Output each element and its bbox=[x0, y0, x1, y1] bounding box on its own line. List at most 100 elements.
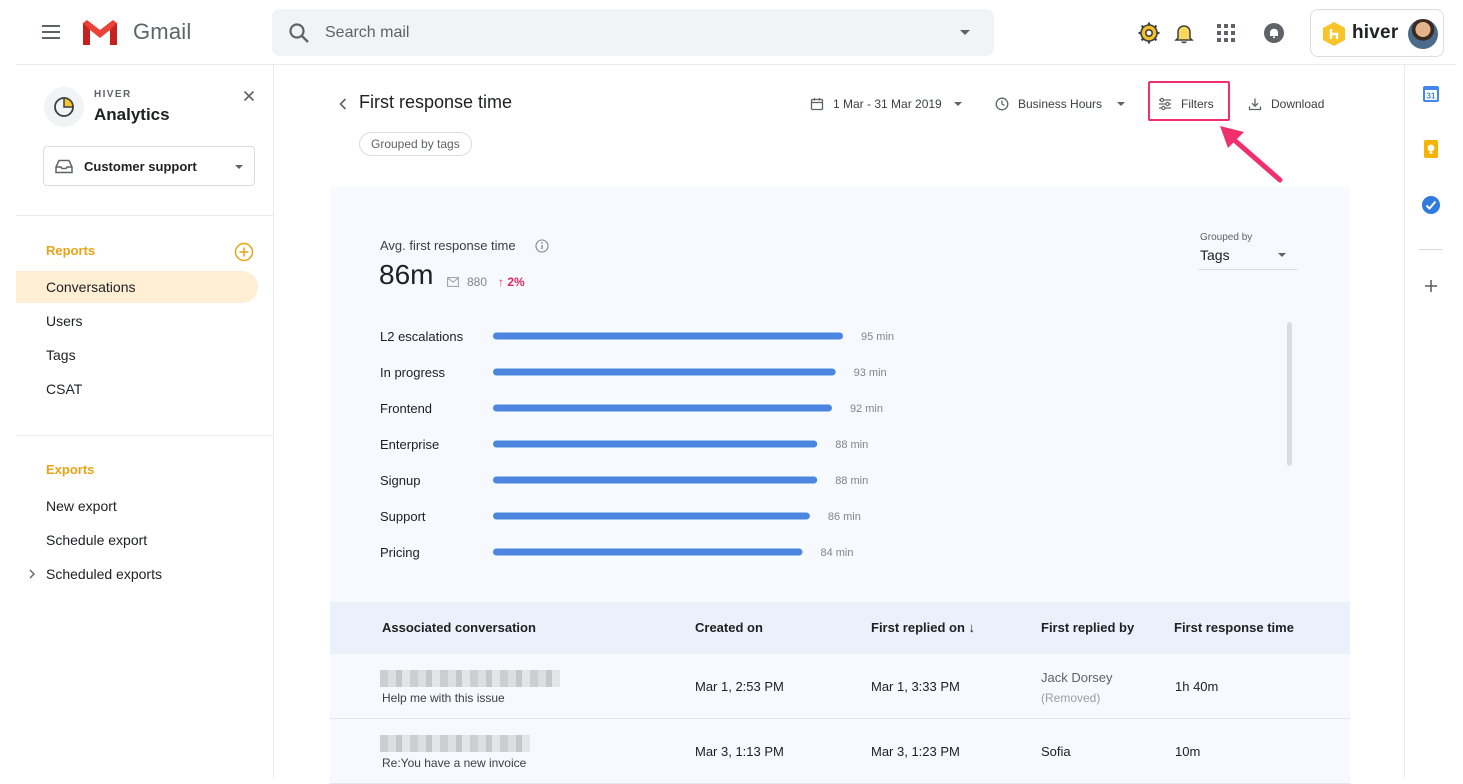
top-bar: Gmail hiver bbox=[0, 0, 1463, 64]
chevron-right-icon[interactable] bbox=[28, 569, 36, 579]
download-icon bbox=[1248, 98, 1262, 111]
inbox-selector-label: Customer support bbox=[84, 159, 197, 174]
metric-value: 86m bbox=[379, 259, 434, 290]
search-options-caret-icon[interactable] bbox=[960, 30, 970, 35]
hiver-account-chip[interactable]: hiver bbox=[1310, 9, 1444, 57]
date-range-label: 1 Mar - 31 Mar 2019 bbox=[833, 97, 942, 111]
conversation-subject: Re:You have a new invoice bbox=[382, 756, 527, 770]
bar-value-label: 93 min bbox=[854, 367, 887, 379]
bell-icon[interactable] bbox=[1172, 21, 1196, 45]
business-hours-label: Business Hours bbox=[1018, 97, 1103, 111]
hiver-wordmark: hiver bbox=[1352, 22, 1399, 43]
bar-value-label: 92 min bbox=[850, 403, 883, 415]
mail-icon bbox=[447, 277, 459, 287]
grouped-by-select[interactable]: Grouped by Tags bbox=[1198, 230, 1298, 270]
sidebar-item-schedule-export[interactable]: Schedule export bbox=[16, 524, 258, 556]
clock-icon bbox=[995, 97, 1009, 111]
bar-value-label: 86 min bbox=[828, 511, 861, 523]
bar[interactable] bbox=[493, 548, 803, 556]
bar-value-label: 84 min bbox=[820, 547, 853, 559]
search-input[interactable] bbox=[325, 9, 925, 56]
metric-label: Avg. first response time bbox=[380, 238, 516, 253]
bar[interactable] bbox=[493, 404, 832, 412]
sidebar-divider bbox=[16, 215, 274, 216]
sidebar-item-csat[interactable]: CSAT bbox=[16, 373, 258, 405]
sidebar-item-tags[interactable]: Tags bbox=[16, 339, 258, 371]
callout-arrow-icon bbox=[1220, 126, 1283, 183]
column-header-first-response-time[interactable]: First response time bbox=[1174, 620, 1294, 635]
close-icon[interactable] bbox=[243, 90, 255, 102]
inbox-selector[interactable]: Customer support bbox=[43, 146, 255, 186]
bar-category-label: Frontend bbox=[380, 401, 432, 416]
add-addon-icon[interactable] bbox=[1421, 276, 1441, 296]
settings-icon[interactable] bbox=[1137, 21, 1161, 45]
sidebar-item-new-export[interactable]: New export bbox=[16, 490, 258, 522]
created-on-cell: Mar 3, 1:13 PM bbox=[695, 744, 784, 759]
column-header-conversation[interactable]: Associated conversation bbox=[382, 620, 536, 635]
sidebar-item-users[interactable]: Users bbox=[16, 305, 258, 337]
column-header-created-on[interactable]: Created on bbox=[695, 620, 763, 635]
notifications-icon[interactable] bbox=[1262, 21, 1286, 45]
download-button[interactable]: Download bbox=[1248, 92, 1332, 116]
side-panel-rail: 31 bbox=[1404, 65, 1456, 778]
brand-small: HIVER bbox=[94, 89, 132, 100]
chart-scrollbar[interactable] bbox=[1287, 322, 1292, 466]
add-report-icon[interactable] bbox=[234, 242, 254, 262]
reports-section-title: Reports bbox=[46, 243, 96, 258]
hiver-analytics-logo bbox=[44, 87, 84, 127]
sidebar-item-scheduled-exports[interactable]: Scheduled exports bbox=[16, 558, 258, 590]
chevron-down-icon bbox=[1278, 253, 1286, 257]
bar[interactable] bbox=[493, 332, 843, 340]
bar-category-label: In progress bbox=[380, 365, 446, 380]
grouped-by-label: Grouped by bbox=[1200, 232, 1253, 243]
bar-category-label: Signup bbox=[380, 473, 420, 488]
table-row[interactable]: Help me with this issue Mar 1, 2:53 PM M… bbox=[330, 654, 1350, 719]
avatar[interactable] bbox=[1408, 19, 1438, 49]
bar[interactable] bbox=[493, 440, 818, 448]
replier-status: (Removed) bbox=[1041, 691, 1101, 705]
redacted-sender bbox=[380, 735, 530, 752]
date-range-picker[interactable]: 1 Mar - 31 Mar 2019 bbox=[810, 92, 966, 116]
keep-icon[interactable] bbox=[1421, 139, 1441, 159]
first-replied-by-cell: Sofia bbox=[1041, 744, 1071, 759]
info-icon[interactable] bbox=[535, 239, 549, 253]
grouped-by-value: Tags bbox=[1200, 247, 1230, 263]
trend-delta-value: 2% bbox=[507, 275, 525, 289]
table-header: Associated conversation Created on First… bbox=[330, 602, 1350, 654]
tasks-icon[interactable] bbox=[1421, 195, 1441, 215]
gmail-wordmark: Gmail bbox=[133, 19, 192, 44]
calendar-icon[interactable]: 31 bbox=[1421, 84, 1441, 104]
brand-title: Analytics bbox=[94, 105, 170, 124]
inbox-icon bbox=[55, 159, 73, 174]
business-hours-select[interactable]: Business Hours bbox=[995, 92, 1129, 116]
first-replied-on-cell: Mar 1, 3:33 PM bbox=[871, 679, 960, 694]
bar[interactable] bbox=[493, 368, 836, 376]
sidebar: HIVER Analytics Customer support Reports… bbox=[16, 65, 274, 778]
conversation-subject: Help me with this issue bbox=[382, 691, 505, 705]
sidebar-item-label: Scheduled exports bbox=[46, 566, 162, 582]
bar-category-label: L2 escalations bbox=[380, 329, 464, 344]
bar[interactable] bbox=[493, 512, 810, 520]
bar-chart: L2 escalations 95 min In progress 93 min Fro… bbox=[380, 329, 894, 560]
menu-icon[interactable] bbox=[40, 22, 64, 42]
first-response-time-cell: 1h 40m bbox=[1175, 679, 1219, 694]
trend-delta: ↑ 2% bbox=[498, 275, 525, 289]
bar-value-label: 88 min bbox=[835, 439, 868, 451]
column-header-first-replied-by[interactable]: First replied by bbox=[1041, 620, 1134, 635]
chevron-down-icon bbox=[235, 165, 243, 169]
back-arrow-icon[interactable] bbox=[338, 97, 348, 111]
conversation-count: 880 bbox=[467, 275, 488, 289]
gmail-logo[interactable] bbox=[81, 17, 119, 47]
bar[interactable] bbox=[493, 476, 818, 484]
apps-grid-icon[interactable] bbox=[1214, 21, 1238, 45]
table-row[interactable]: Re:You have a new invoice Mar 3, 1:13 PM… bbox=[330, 719, 1350, 784]
sidebar-item-conversations[interactable]: Conversations bbox=[16, 271, 258, 303]
column-header-first-replied-on[interactable]: First replied on ↓ bbox=[871, 620, 975, 635]
search-icon[interactable] bbox=[288, 22, 310, 44]
first-replied-by-cell: Jack Dorsey bbox=[1041, 670, 1113, 685]
calendar-outline-icon bbox=[810, 98, 824, 111]
sidebar-divider bbox=[16, 435, 274, 436]
first-response-time-cell: 10m bbox=[1175, 744, 1201, 759]
hiver-logo bbox=[1323, 22, 1345, 46]
rail-divider bbox=[1419, 249, 1443, 250]
